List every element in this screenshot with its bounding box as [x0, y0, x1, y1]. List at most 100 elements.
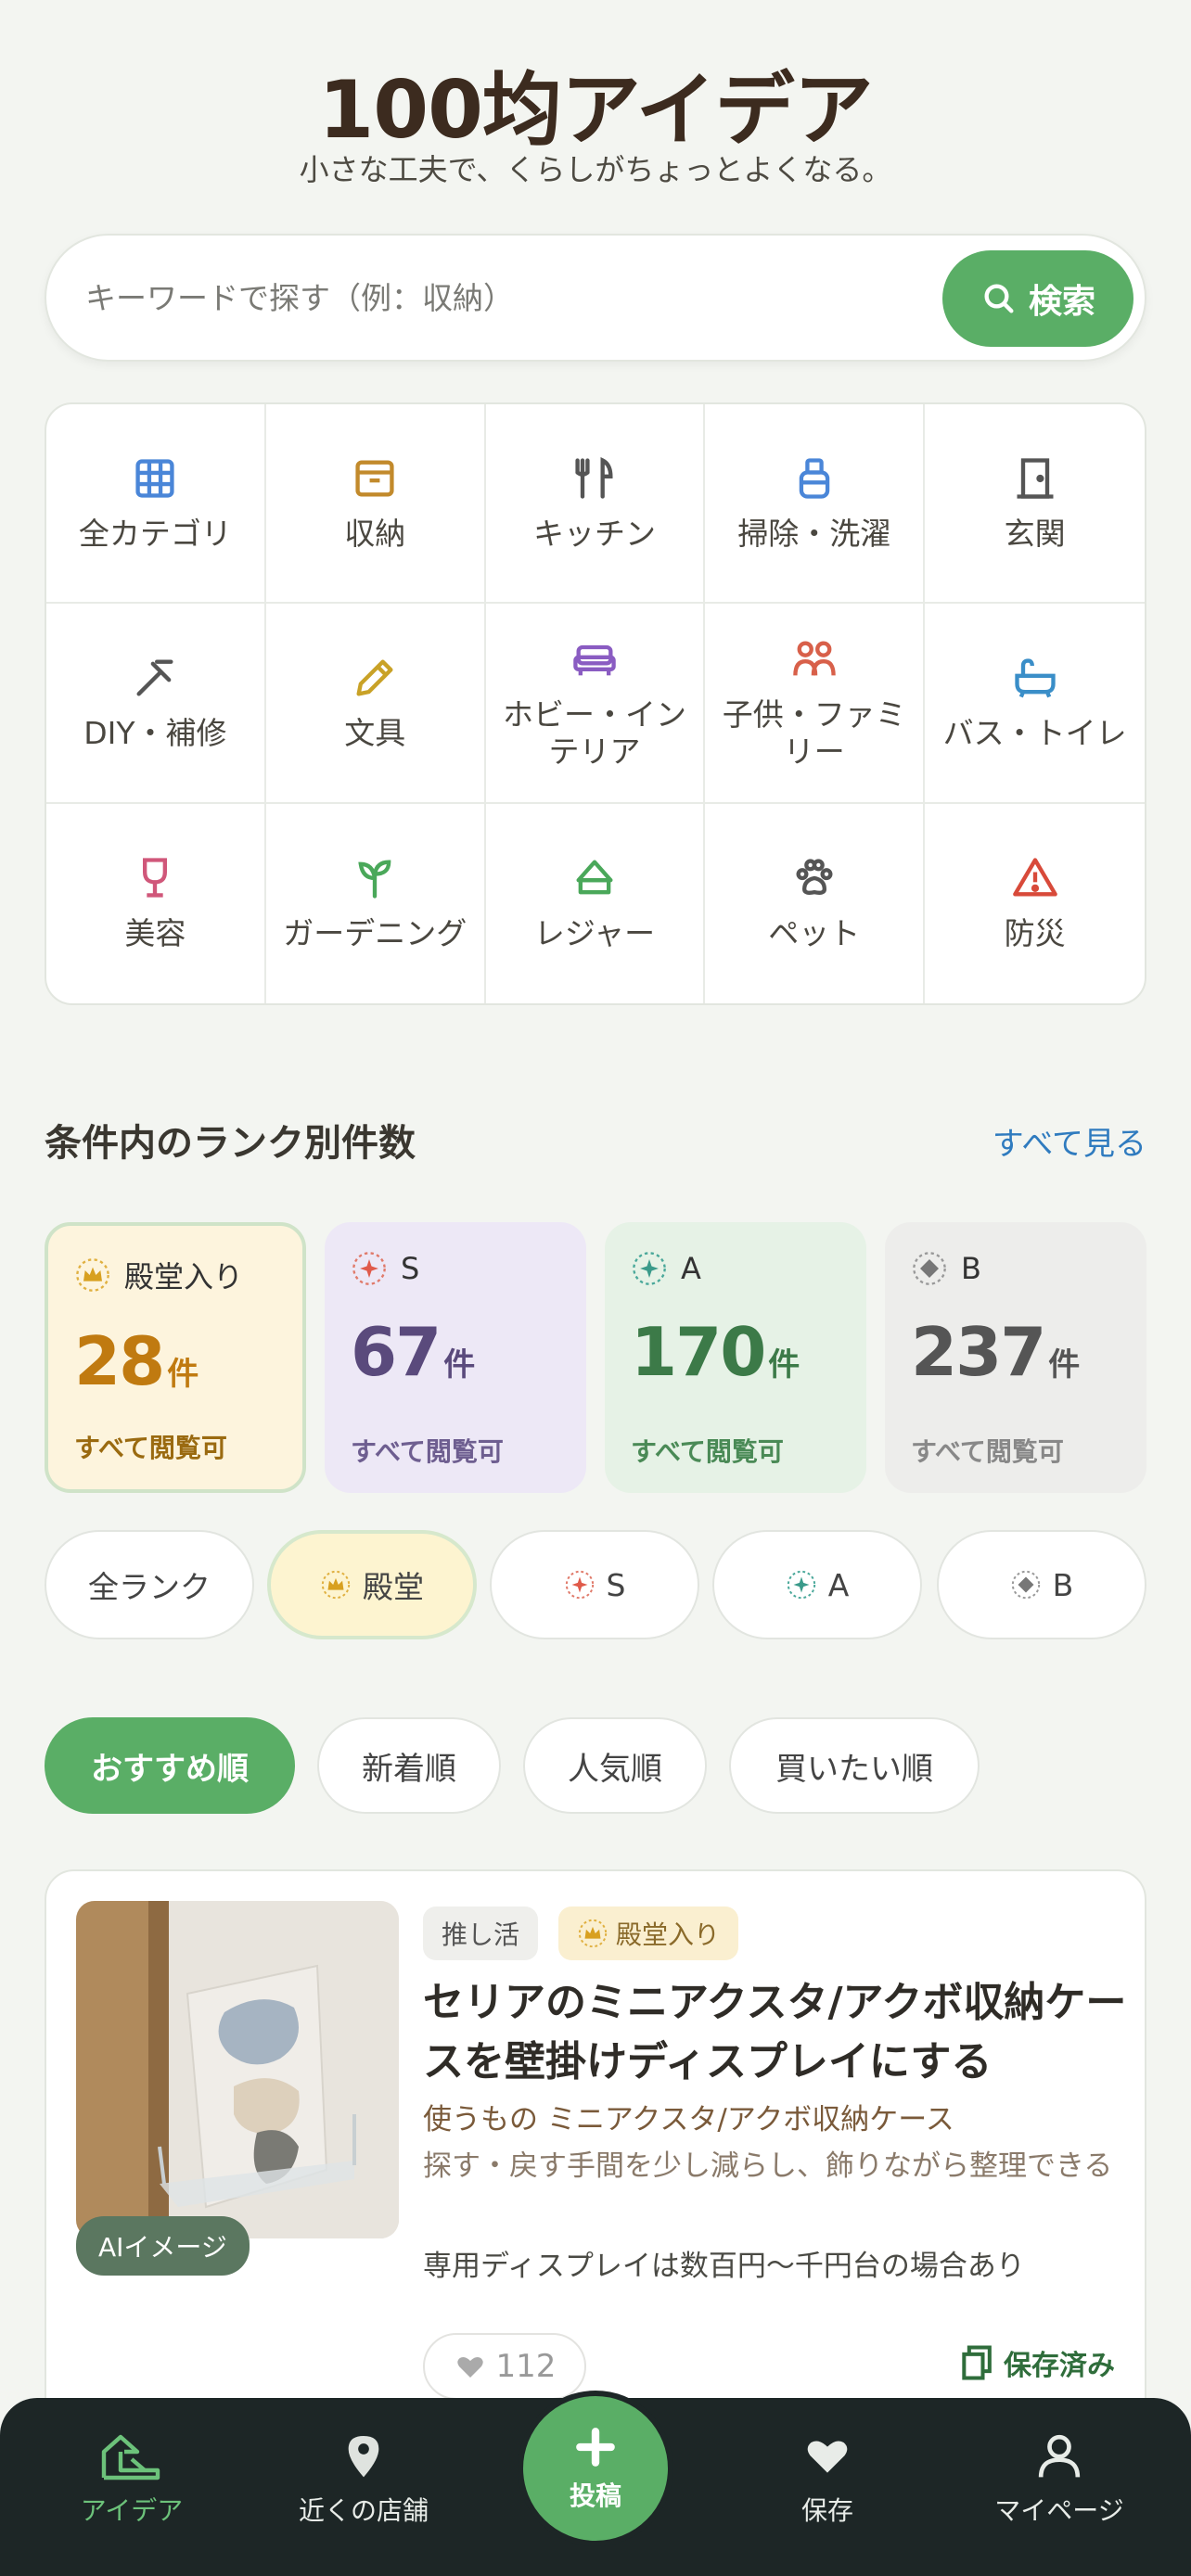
category-label: キッチン [532, 515, 656, 552]
post-button-label: 投稿 [569, 2480, 621, 2511]
category-kitchen[interactable]: キッチン [485, 404, 706, 605]
category-disaster-prevention[interactable]: 防災 [925, 804, 1145, 1003]
tab-label: 保存 [800, 2495, 853, 2526]
category-family[interactable]: 子供・ファミリー [705, 604, 926, 804]
page-subtitle: 小さな工夫で、くらしがちょっとよくなる。 [299, 152, 892, 187]
like-button[interactable]: 112 [423, 2333, 586, 2400]
category-label: バス・トイレ [942, 714, 1127, 751]
rank-label: 殿堂入り [124, 1259, 244, 1294]
tab-label: アイデア [80, 2495, 184, 2526]
display-shelf-illustration [76, 1901, 399, 2238]
crown-icon [76, 1258, 109, 1292]
crown-icon [578, 1919, 608, 1948]
paw-icon [796, 859, 833, 896]
topic-tag[interactable]: 推し活 [423, 1906, 539, 1960]
heart-icon [456, 2357, 483, 2378]
sort-want-to-buy[interactable]: 買いたい順 [729, 1717, 980, 1814]
crown-icon [321, 1570, 351, 1600]
rank-count: 67 [351, 1313, 442, 1391]
tab-label: 近くの店舗 [298, 2495, 429, 2526]
diamond-badge-icon [913, 1252, 946, 1285]
category-storage[interactable]: 収納 [265, 404, 486, 605]
search-input[interactable] [85, 236, 920, 360]
rank-card-hall-of-fame[interactable]: 殿堂入り 28 件 すべて閲覧可 [45, 1222, 306, 1493]
hammer-icon [136, 659, 173, 696]
category-label: 収納 [344, 515, 406, 552]
post-button[interactable]: 投稿 [518, 2391, 673, 2546]
user-icon [1038, 2434, 1081, 2478]
category-cleaning[interactable]: 掃除・洗濯 [705, 404, 926, 605]
rank-count: 237 [911, 1313, 1046, 1391]
rank-filter-hall-of-fame[interactable]: 殿堂 [267, 1530, 477, 1639]
category-diy[interactable]: DIY・補修 [46, 604, 266, 804]
sort-label: 買いたい順 [775, 1750, 933, 1788]
category-stationery[interactable]: 文具 [265, 604, 486, 804]
category-hobby-interior[interactable]: ホビー・インテリア [485, 604, 706, 804]
sort-newest[interactable]: 新着順 [317, 1717, 501, 1814]
sparkle-badge-icon [633, 1252, 666, 1285]
category-label: ガーデニング [283, 915, 467, 952]
search-icon [984, 284, 1014, 313]
rank-filter-b[interactable]: B [937, 1530, 1146, 1639]
rank-filter-label: S [606, 1566, 626, 1603]
plus-icon [576, 2428, 615, 2467]
rank-label: B [961, 1251, 981, 1286]
rank-card-a[interactable]: A 170 件 すべて閲覧可 [605, 1222, 866, 1493]
rank-filter-a[interactable]: A [712, 1530, 922, 1639]
glass-icon [143, 858, 168, 898]
idea-uses: 使うもの ミニアクスタ/アクボ収納ケース [423, 2103, 954, 2136]
sort-popular[interactable]: 人気順 [523, 1717, 707, 1814]
spray-icon [799, 457, 830, 499]
category-beauty[interactable]: 美容 [46, 803, 266, 1003]
category-entrance[interactable]: 玄関 [925, 404, 1145, 605]
pencil-icon [356, 659, 393, 696]
rank-unit: 件 [1048, 1346, 1080, 1384]
rank-tag: 殿堂入り [558, 1906, 739, 1960]
rank-filter-all[interactable]: 全ランク [45, 1530, 254, 1639]
category-label: 美容 [124, 915, 186, 952]
category-bath-toilet[interactable]: バス・トイレ [925, 604, 1145, 804]
tent-icon [576, 860, 613, 895]
sort-label: おすすめ順 [91, 1750, 249, 1788]
saved-button[interactable]: 保存済み [957, 2342, 1115, 2383]
category-leisure[interactable]: レジャー [486, 803, 706, 1003]
saved-label: 保存済み [1004, 2350, 1115, 2382]
tab-mypage[interactable]: マイページ [967, 2429, 1152, 2528]
sparkle-badge-icon [787, 1570, 815, 1600]
rank-count: 170 [631, 1313, 766, 1391]
rank-filter-s[interactable]: S [490, 1530, 699, 1639]
search-button[interactable]: 検索 [942, 250, 1133, 347]
category-pet[interactable]: ペット [705, 803, 926, 1003]
category-label: 掃除・洗濯 [737, 515, 891, 552]
category-label: レジャー [533, 915, 656, 952]
category-label: 文具 [344, 714, 406, 751]
rank-unit: 件 [443, 1346, 475, 1384]
search-bar: 検索 [45, 234, 1146, 362]
map-pin-icon [348, 2436, 379, 2478]
tab-saved[interactable]: 保存 [735, 2429, 920, 2528]
sparkle-badge-icon [352, 1252, 386, 1285]
see-all-link[interactable]: すべて見る [992, 1118, 1146, 1164]
rank-card-b[interactable]: B 237 件 すべて閲覧可 [885, 1222, 1146, 1493]
tab-nearby-stores[interactable]: 近くの店舗 [271, 2429, 456, 2528]
category-all[interactable]: 全カテゴリ [46, 404, 266, 605]
rank-note: すべて閲覧可 [631, 1436, 784, 1467]
tab-label: マイページ [994, 2495, 1124, 2526]
tab-idea[interactable]: アイデア [39, 2429, 224, 2528]
idea-title[interactable]: セリアのミニアクスタ/アクボ収納ケースを壁掛けディスプレイにする [423, 1973, 1128, 2092]
ai-image-badge: AIイメージ [76, 2216, 250, 2276]
category-label: ペット [768, 915, 861, 952]
rank-note: すべて閲覧可 [911, 1436, 1064, 1467]
sort-recommended[interactable]: おすすめ順 [45, 1717, 295, 1814]
sparkle-badge-icon [565, 1570, 594, 1600]
idea-note: 専用ディスプレイは数百円〜千円台の場合あり [423, 2250, 1025, 2283]
rank-unit: 件 [768, 1346, 800, 1384]
category-gardening[interactable]: ガーデニング [266, 803, 486, 1003]
rank-card-s[interactable]: S 67 件 すべて閲覧可 [325, 1222, 586, 1493]
diamond-badge-icon [1011, 1570, 1040, 1600]
idea-home-icon [101, 2434, 160, 2480]
door-icon [1017, 457, 1054, 499]
like-count: 112 [495, 2348, 557, 2385]
grid-icon [135, 459, 174, 498]
sort-label: 新着順 [362, 1750, 456, 1788]
